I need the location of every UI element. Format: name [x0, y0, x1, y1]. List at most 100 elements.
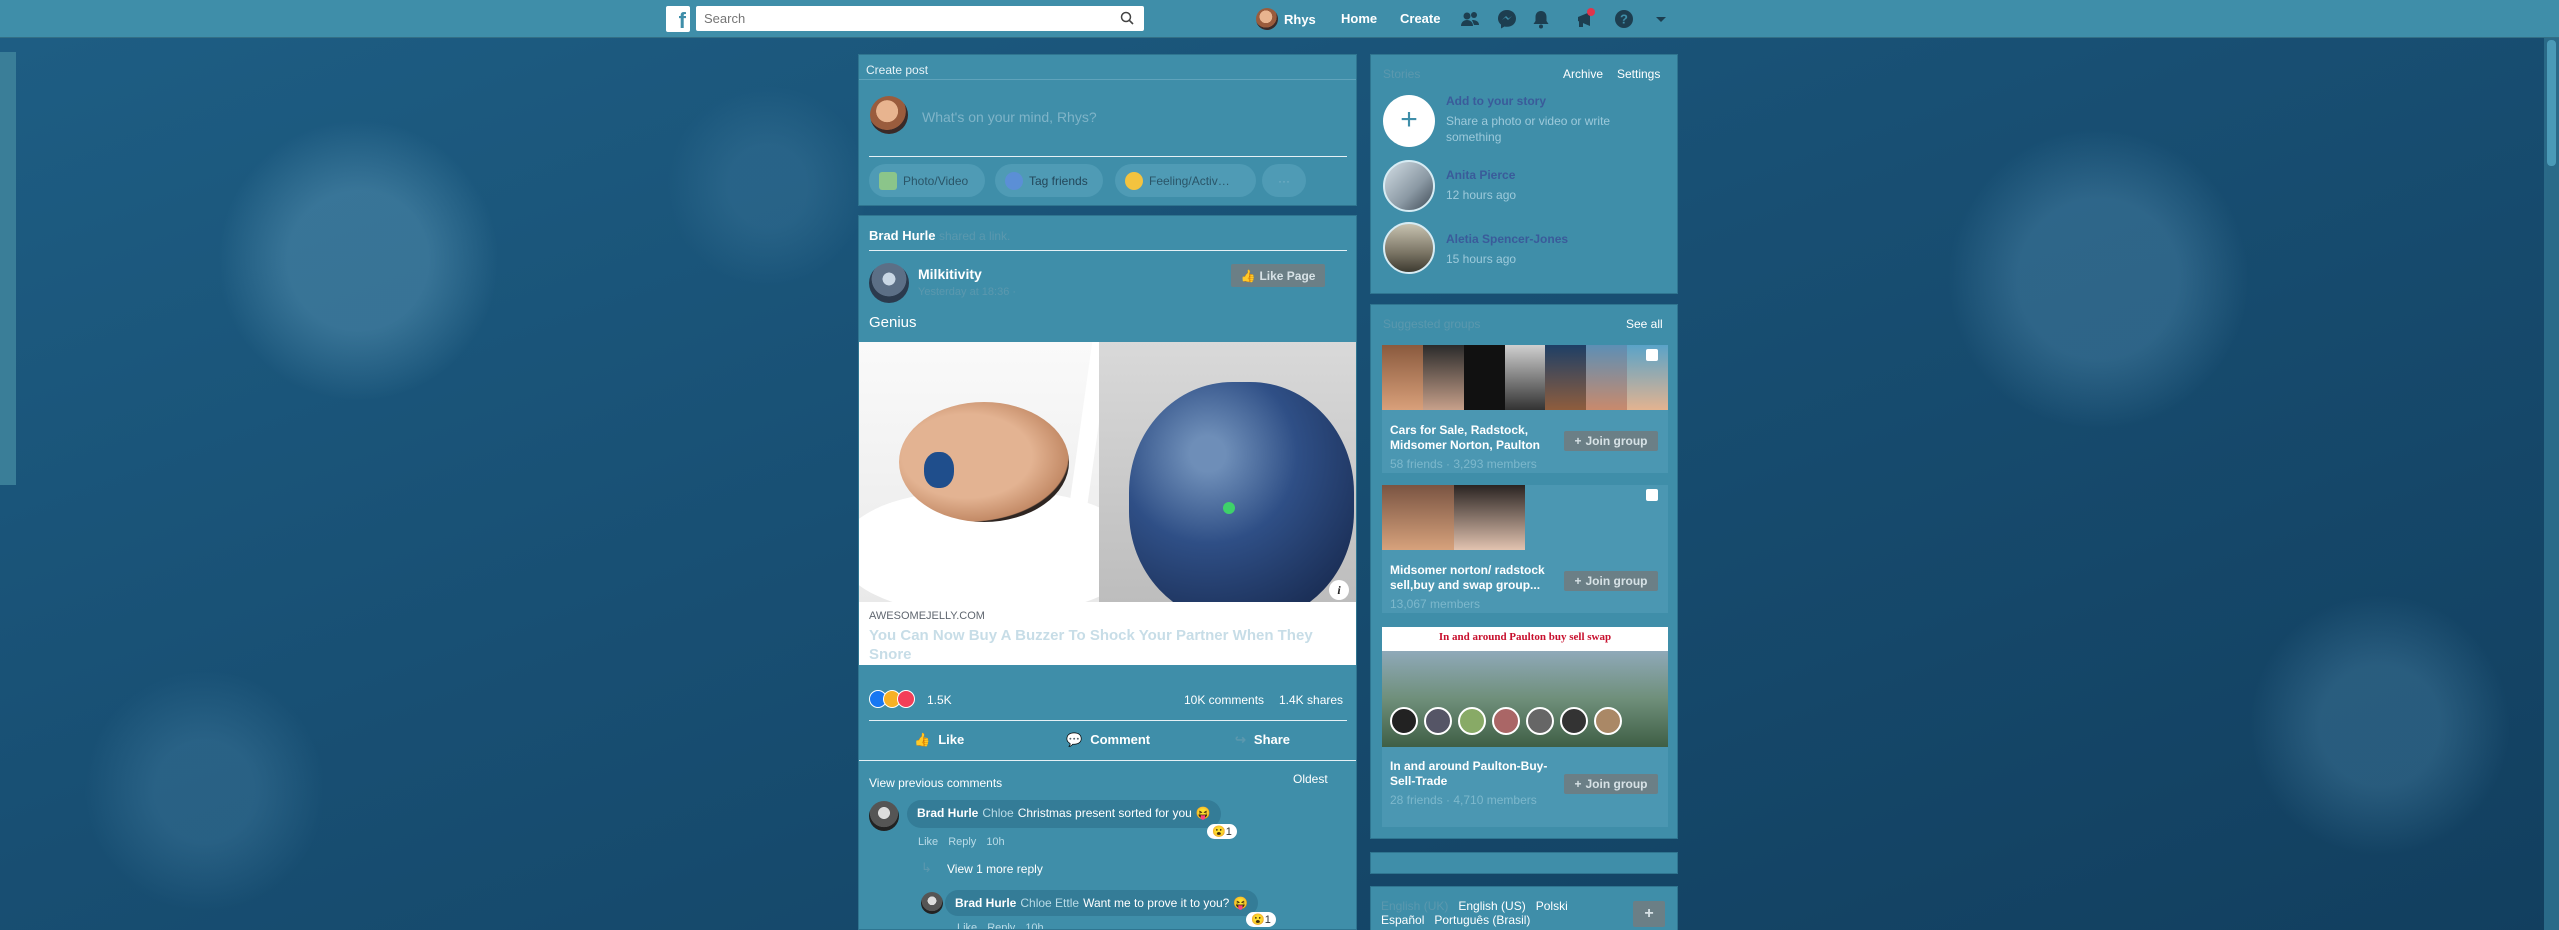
photo-video-button[interactable]: Photo/Video: [869, 164, 985, 197]
stories-title: Stories: [1383, 67, 1421, 81]
comment-sort-oldest[interactable]: Oldest: [1293, 772, 1328, 786]
language-link[interactable]: English (UK): [1381, 899, 1448, 913]
like-action-button[interactable]: 👍 Like: [914, 732, 964, 748]
reply-like-link[interactable]: Like: [957, 922, 977, 929]
story-avatar[interactable]: [1383, 222, 1435, 274]
composer-input[interactable]: What's on your mind, Rhys?: [922, 109, 1097, 125]
caret-down-icon[interactable]: [1650, 8, 1672, 30]
comment-time[interactable]: 10h: [986, 836, 1004, 848]
messenger-icon[interactable]: [1496, 8, 1518, 30]
story-name[interactable]: Aletia Spencer-Jones: [1446, 232, 1568, 246]
reply-reply-link[interactable]: Reply: [987, 922, 1015, 929]
group-card[interactable]: Cars for Sale, Radstock, Midsomer Norton…: [1382, 345, 1669, 473]
story-name[interactable]: Anita Pierce: [1446, 168, 1515, 182]
reply-author[interactable]: Brad Hurle: [955, 896, 1016, 910]
view-previous-comments[interactable]: View previous comments: [869, 776, 1002, 790]
nav-create-link[interactable]: Create: [1400, 11, 1440, 26]
search-icon[interactable]: [1120, 11, 1134, 25]
nav-user-name: Rhys: [1284, 11, 1316, 27]
more-options-button[interactable]: ···: [1262, 164, 1306, 197]
link-preview-caption[interactable]: AWESOMEJELLY.COM You Can Now Buy A Buzze…: [859, 602, 1356, 665]
suggested-groups-card: Suggested groups See all Cars for Sale, …: [1370, 304, 1678, 839]
link-preview-image[interactable]: i: [859, 342, 1356, 602]
friends-icon[interactable]: [1459, 8, 1481, 30]
comment-like-link[interactable]: Like: [918, 836, 938, 848]
join-group-button[interactable]: + Join group: [1564, 571, 1658, 591]
group-card[interactable]: Midsomer norton/ radstock sell,buy and s…: [1382, 485, 1668, 613]
language-link[interactable]: Polski: [1536, 899, 1568, 913]
tag-friends-label: Tag friends: [1029, 173, 1088, 188]
like-icon: 👍: [914, 732, 931, 747]
join-group-button[interactable]: + Join group: [1564, 774, 1658, 794]
story-avatar[interactable]: [1383, 160, 1435, 212]
post-timestamp[interactable]: Yesterday at 18:36 ·: [918, 286, 1016, 298]
scrollbar-track[interactable]: [2544, 38, 2559, 930]
group-meta: 28 friends · 4,710 members: [1390, 793, 1537, 807]
group-card[interactable]: In and around Paulton buy sell swap In a…: [1382, 627, 1668, 827]
group-name[interactable]: Cars for Sale, Radstock, Midsomer Norton…: [1390, 423, 1560, 453]
group-meta: 13,067 members: [1390, 597, 1481, 611]
close-icon[interactable]: [1646, 489, 1658, 501]
comment-mention[interactable]: Chloe: [982, 806, 1013, 822]
reply-time[interactable]: 10h: [1025, 922, 1043, 929]
group-name[interactable]: Midsomer norton/ radstock sell,buy and s…: [1390, 563, 1560, 593]
group-banner-image: In and around Paulton buy sell swap: [1382, 627, 1668, 747]
tag-friends-icon: [1005, 171, 1023, 190]
help-icon[interactable]: ?: [1613, 8, 1635, 30]
nav-home-link[interactable]: Home: [1341, 11, 1377, 26]
scrollbar-thumb[interactable]: [2547, 40, 2556, 166]
like-icon: 👍: [1240, 268, 1256, 283]
group-banner-text: In and around Paulton buy sell swap: [1438, 631, 1612, 643]
tag-friends-button[interactable]: Tag friends: [995, 164, 1103, 197]
story-time: 12 hours ago: [1446, 188, 1517, 202]
share-label: Share: [1253, 732, 1291, 747]
close-icon[interactable]: [1646, 349, 1658, 361]
reply-mention[interactable]: Chloe Ettle: [1020, 896, 1079, 910]
language-link[interactable]: Español: [1381, 913, 1424, 927]
stories-settings-link[interactable]: Settings: [1617, 67, 1660, 81]
facebook-logo-icon[interactable]: f: [666, 6, 690, 33]
search-bar: [696, 6, 1144, 31]
comment-author[interactable]: Brad Hurle: [917, 806, 978, 822]
reply-reaction-badge[interactable]: 😮1: [1246, 912, 1276, 927]
language-link[interactable]: English (US): [1458, 899, 1525, 913]
group-name[interactable]: In and around Paulton-Buy-Sell-Trade: [1390, 759, 1560, 789]
notifications-icon[interactable]: [1575, 8, 1597, 30]
reply-avatar[interactable]: [921, 892, 943, 914]
add-story-title[interactable]: Add to your story: [1446, 94, 1546, 108]
close-icon[interactable]: [1648, 629, 1660, 641]
comment-reaction-badge[interactable]: 😮1: [1207, 824, 1237, 839]
groups-see-all-link[interactable]: See all: [1626, 317, 1663, 331]
comment-bubble: Brad Hurle Chloe Christmas present sorte…: [907, 800, 1221, 828]
stories-archive-link[interactable]: Archive: [1563, 67, 1603, 81]
like-label: Like: [938, 732, 965, 747]
composer-avatar: [870, 96, 908, 134]
page-name[interactable]: Milkitivity: [918, 266, 982, 282]
divider: [859, 79, 1356, 80]
comment-count[interactable]: 10K comments: [1184, 693, 1264, 707]
shared-by-suffix: shared a link.: [939, 229, 1011, 243]
plus-icon[interactable]: +: [1383, 95, 1435, 147]
nav-profile-link[interactable]: Rhys: [1256, 7, 1316, 31]
plus-icon: +: [1574, 777, 1582, 791]
comment-action-button[interactable]: 💬 Comment: [1066, 732, 1150, 748]
add-language-button[interactable]: +: [1633, 901, 1665, 927]
page-avatar[interactable]: [869, 263, 909, 303]
info-icon[interactable]: i: [1329, 580, 1349, 600]
language-link[interactable]: Português (Brasil): [1434, 913, 1530, 927]
share-action-button[interactable]: ↪ Share: [1235, 732, 1290, 748]
like-page-button[interactable]: 👍 Like Page: [1231, 264, 1325, 287]
join-group-button[interactable]: + Join group: [1564, 431, 1658, 451]
comment-reply-link[interactable]: Reply: [948, 836, 976, 848]
view-more-replies[interactable]: View 1 more reply: [947, 862, 1043, 876]
shared-by-name[interactable]: Brad Hurle: [869, 228, 935, 243]
reaction-count[interactable]: 1.5K: [927, 693, 952, 707]
search-input[interactable]: [696, 6, 1106, 31]
languages-card: English (UK) English (US) Polski Español…: [1370, 886, 1678, 930]
group-photo-strip: [1382, 345, 1669, 410]
bell-icon[interactable]: [1530, 8, 1552, 30]
reaction-icons[interactable]: [869, 690, 915, 708]
feeling-activity-button[interactable]: Feeling/Activ…: [1115, 164, 1256, 197]
commenter-avatar[interactable]: [869, 801, 899, 831]
share-count[interactable]: 1.4K shares: [1279, 693, 1343, 707]
